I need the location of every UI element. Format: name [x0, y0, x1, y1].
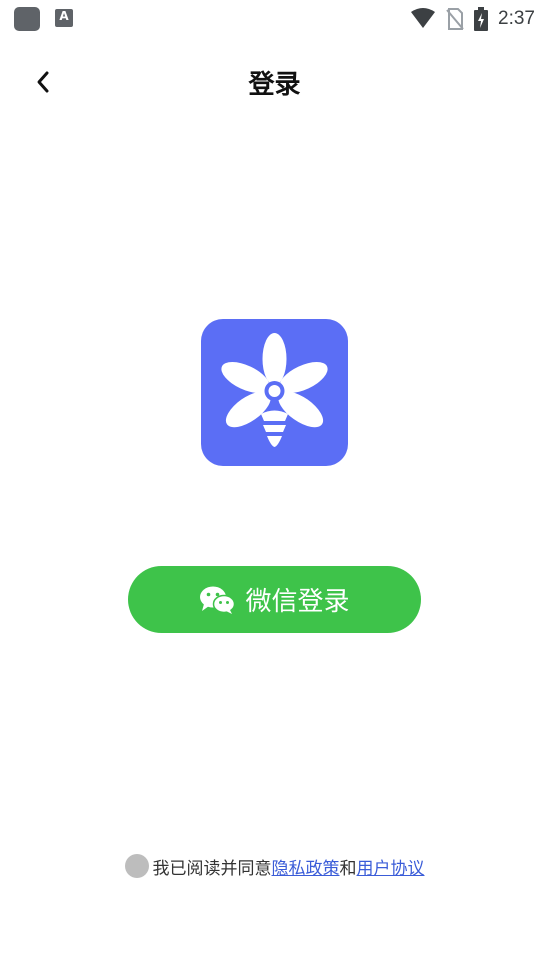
page-title: 登录 [248, 70, 301, 100]
clock: 2:37 [498, 8, 535, 29]
no-sim-icon [446, 8, 464, 30]
status-bar: A 2:37 [0, 0, 549, 38]
keyboard-a-icon: A [55, 9, 73, 27]
agreement-prefix: 我已阅读并同意 [152, 858, 272, 879]
flower-bee-icon [221, 333, 328, 447]
agreement-conjunction: 和 [339, 858, 357, 879]
app-notification-icon [14, 7, 40, 31]
wifi-icon [411, 8, 436, 28]
wechat-icon [200, 586, 236, 614]
status-icons: 2:37 [410, 6, 535, 32]
agreement-row: 我已阅读并同意 隐私政策 和 用户协议 [0, 852, 549, 880]
agree-checkbox[interactable] [124, 854, 149, 878]
battery-charging-icon [474, 7, 489, 31]
user-agreement-link[interactable]: 用户协议 [357, 854, 425, 879]
nav-bar: 登录 [0, 56, 549, 106]
wechat-login-button[interactable]: 微信登录 [128, 566, 421, 633]
wechat-login-label: 微信登录 [245, 587, 350, 617]
privacy-policy-link[interactable]: 隐私政策 [272, 854, 340, 879]
app-logo [201, 319, 348, 466]
